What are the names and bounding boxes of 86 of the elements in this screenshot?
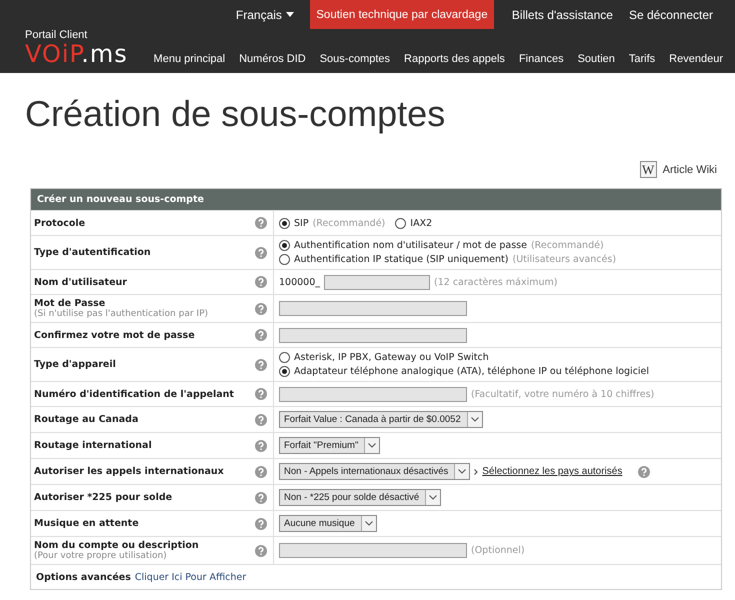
option-note: (Utilisateurs avancés) [512, 254, 616, 265]
help-icon[interactable] [255, 544, 267, 556]
help-icon[interactable] [255, 276, 267, 288]
field-label: Type d'appareil [34, 359, 117, 370]
input-field[interactable] [279, 543, 467, 558]
help-icon[interactable] [255, 246, 267, 258]
field-label: Nom du compte ou description [34, 540, 200, 551]
help-icon[interactable] [255, 440, 267, 452]
input-field[interactable] [279, 386, 467, 402]
field-label: Routage international [34, 440, 153, 451]
chevron-down-icon [458, 469, 466, 474]
logo-caption: Portail Client [25, 29, 88, 41]
field-label: Type d'autentification [34, 247, 152, 258]
help-icon[interactable] [255, 302, 267, 314]
field-hint: (Optionnel) [471, 545, 525, 556]
help-icon[interactable] [638, 466, 650, 478]
help-icon[interactable] [255, 518, 267, 530]
radio-button[interactable] [279, 352, 290, 363]
chat-support-button[interactable]: Soutien technique par clavardage [310, 0, 494, 29]
logo[interactable]: VOiP.ms [25, 41, 128, 67]
field-label: Numéro d'identification de l'appelant [34, 388, 235, 400]
field-label: Routage au Canada [34, 414, 140, 425]
option-note: (Recommandé) [312, 218, 386, 228]
field-label: Autoriser les appels internationaux [34, 466, 225, 477]
nav-link[interactable]: Menu principal [154, 53, 226, 67]
radio-button[interactable] [395, 218, 406, 228]
caret-icon [286, 12, 294, 17]
field-label: Autoriser *225 pour solde [34, 492, 174, 503]
radio-button[interactable] [279, 240, 290, 251]
wiki-icon[interactable]: W [640, 161, 657, 178]
dropdown[interactable]: Forfait "Premium" [279, 437, 380, 454]
help-icon[interactable] [255, 329, 267, 341]
dropdown[interactable]: Non - *225 pour solde désactivé [279, 489, 442, 506]
help-icon[interactable] [255, 414, 267, 426]
help-icon[interactable] [255, 388, 267, 400]
nav-link[interactable]: Numéros DID [239, 53, 306, 67]
field-label: Options avancées [36, 572, 131, 582]
username-prefix: 100000_ [279, 276, 320, 288]
top-link[interactable]: Billets d'assistance [504, 0, 621, 29]
form-title: Créer un nouveau sous-compte [31, 189, 721, 210]
field-sublabel: (Pour votre propre utilisation) [34, 551, 168, 561]
chevron-right-icon [474, 468, 478, 474]
page-title: Création de sous-comptes [25, 93, 446, 135]
option-label: Adaptateur téléphone analogique (ATA), téléphone IP ou téléphone logiciel [294, 366, 650, 377]
chevron-down-icon [470, 417, 479, 422]
nav-link[interactable]: Soutien [578, 53, 615, 67]
option-label: Asterisk, IP PBX, Gateway ou VoIP Switch [294, 352, 489, 363]
nav-link[interactable]: Rapports des appels [404, 53, 505, 67]
option-note: (Recommandé) [530, 240, 604, 251]
help-icon[interactable] [255, 466, 267, 478]
wiki-link[interactable]: Article Wiki [662, 164, 717, 176]
field-label: Musique en attente [34, 518, 140, 529]
input-field[interactable] [324, 274, 430, 290]
show-options-link[interactable]: Cliquer Ici Pour Afficher [134, 572, 246, 582]
chevron-down-icon [429, 495, 438, 500]
option-label: Authentification nom d'utilisateur / mot de passe [294, 240, 527, 251]
chevron-down-icon [364, 521, 373, 526]
dropdown[interactable]: Aucune musique [279, 515, 377, 532]
field-hint: (12 caractères máximum) [434, 276, 558, 288]
dropdown[interactable]: Non - Appels internationaux désactivés [279, 463, 470, 480]
language-menu[interactable]: Français [228, 0, 302, 29]
nav-link[interactable]: Sous-comptes [320, 53, 390, 67]
help-icon[interactable] [255, 358, 267, 370]
radio-button[interactable] [279, 254, 290, 265]
input-field[interactable] [279, 328, 467, 342]
help-icon[interactable] [255, 492, 267, 504]
radio-button[interactable] [279, 366, 290, 377]
option-label: IAX2 [410, 218, 432, 228]
field-label: Mot de Passe [34, 298, 106, 309]
field-sublabel: (Si n'utilise pas l'authentication par IP) [34, 309, 210, 319]
nav-link[interactable]: Finances [518, 53, 564, 67]
input-field[interactable] [279, 301, 467, 316]
dropdown[interactable]: Forfait Value : Canada à partir de $0.0052 [279, 411, 483, 428]
option-label: SIP [294, 218, 309, 228]
countries-link[interactable]: Sélectionnez les pays autorisés [482, 466, 622, 477]
field-label: Protocole [34, 218, 86, 228]
chevron-down-icon [368, 443, 376, 448]
option-label: Authentification IP statique (SIP uniquement) [294, 254, 508, 265]
nav-link[interactable]: Tarifs [628, 53, 656, 67]
nav-link[interactable]: Revendeur [669, 53, 723, 67]
radio-button[interactable] [279, 218, 290, 228]
field-label: Nom d'utilisateur [34, 276, 128, 288]
field-hint: (Facultatif, votre numéro à 10 chiffres) [471, 388, 654, 400]
top-link[interactable]: Se déconnecter [620, 0, 721, 29]
field-label: Confirmez votre mot de passe [34, 330, 196, 340]
help-icon[interactable] [255, 217, 267, 229]
